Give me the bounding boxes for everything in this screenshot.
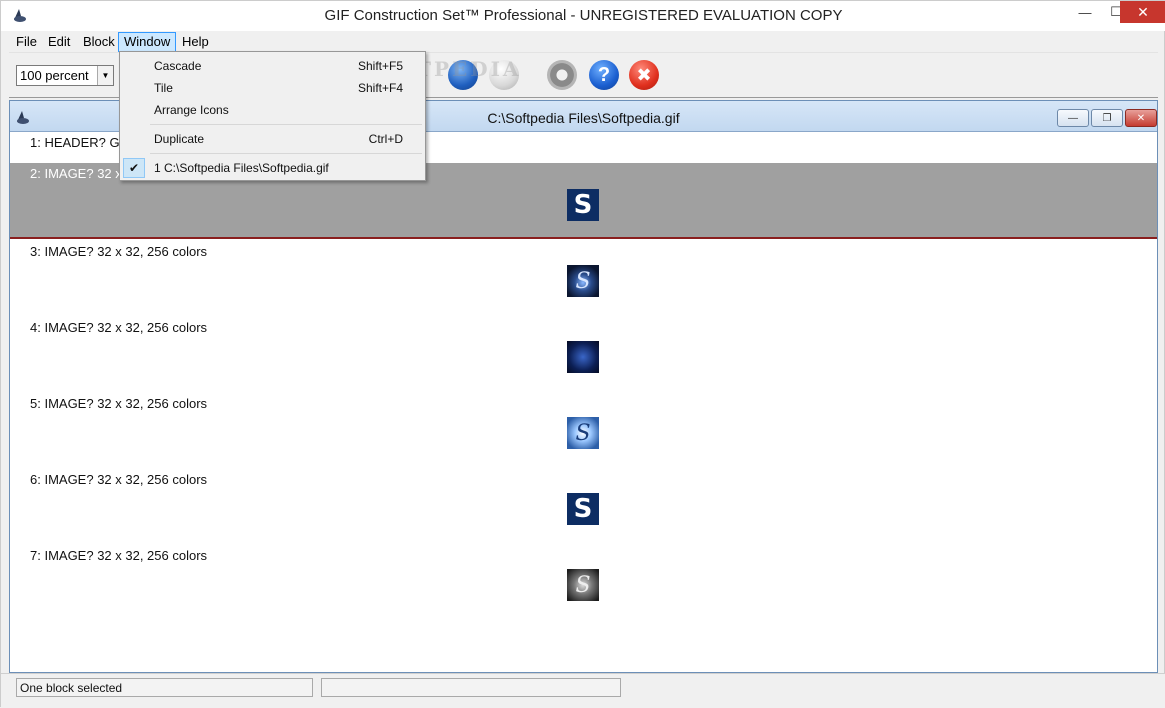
minimize-icon: — bbox=[1078, 4, 1092, 20]
block-row[interactable]: 5: IMAGE? 32 x 32, 256 colors S bbox=[10, 393, 1157, 469]
menu-bar: File Edit Block Window Help bbox=[7, 31, 1160, 52]
checkmark-icon: ✔ bbox=[123, 158, 145, 178]
status-text: One block selected bbox=[16, 678, 313, 697]
block-list[interactable]: 1: HEADER? G 2: IMAGE? 32 x S 3: IMAGE? … bbox=[10, 132, 1157, 672]
block-label: 5: IMAGE? 32 x 32, 256 colors bbox=[30, 396, 208, 411]
block-thumbnail: S bbox=[567, 189, 599, 221]
zoom-select[interactable]: 100 percent ▼ bbox=[16, 65, 114, 86]
status-bar: One block selected bbox=[1, 673, 1165, 708]
menu-separator bbox=[150, 124, 422, 125]
menu-file[interactable]: File bbox=[10, 32, 43, 52]
title-bar[interactable]: GIF Construction Set™ Professional - UNR… bbox=[1, 1, 1165, 31]
menu-item-cascade[interactable]: Cascade Shift+F5 bbox=[122, 54, 423, 76]
minimize-icon: — bbox=[1068, 112, 1078, 124]
window-dropdown-menu: Cascade Shift+F5 Tile Shift+F4 Arrange I… bbox=[119, 51, 426, 181]
menu-edit[interactable]: Edit bbox=[42, 32, 76, 52]
block-thumbnail: S bbox=[567, 265, 599, 297]
dropdown-arrow-icon[interactable]: ▼ bbox=[97, 66, 113, 85]
block-label: 6: IMAGE? 32 x 32, 256 colors bbox=[30, 472, 208, 487]
block-label: 3: IMAGE? 32 x 32, 256 colors bbox=[30, 244, 208, 259]
status-panel-secondary bbox=[321, 678, 621, 697]
menu-separator bbox=[150, 153, 422, 154]
app-window: GIF Construction Set™ Professional - UNR… bbox=[0, 0, 1165, 708]
close-button[interactable]: ✕ bbox=[1120, 1, 1165, 23]
exit-icon[interactable]: ✖ bbox=[629, 60, 659, 90]
block-thumbnail: S bbox=[567, 493, 599, 525]
gear-icon[interactable] bbox=[547, 60, 577, 90]
menu-help[interactable]: Help bbox=[176, 32, 215, 52]
minimize-button[interactable]: — bbox=[1070, 1, 1100, 23]
menu-item-open-window[interactable]: ✔ 1 C:\Softpedia Files\Softpedia.gif bbox=[122, 156, 423, 178]
block-label: 1: HEADER? G bbox=[30, 135, 120, 150]
block-row[interactable]: 3: IMAGE? 32 x 32, 256 colors S bbox=[10, 241, 1157, 317]
menu-item-arrange-icons[interactable]: Arrange Icons bbox=[122, 98, 423, 120]
help-icon[interactable]: ? bbox=[589, 60, 619, 90]
document-window: C:\Softpedia Files\Softpedia.gif — ❐ ✕ 1… bbox=[9, 100, 1158, 673]
block-thumbnail: S bbox=[567, 569, 599, 601]
block-label: 7: IMAGE? 32 x 32, 256 colors bbox=[30, 548, 208, 563]
block-row[interactable]: 7: IMAGE? 32 x 32, 256 colors S bbox=[10, 545, 1157, 621]
block-row[interactable]: 6: IMAGE? 32 x 32, 256 colors S bbox=[10, 469, 1157, 545]
restore-icon: ❐ bbox=[1102, 112, 1112, 124]
close-icon: ✕ bbox=[1136, 112, 1146, 124]
close-icon: ✕ bbox=[1137, 3, 1149, 20]
menu-window[interactable]: Window bbox=[118, 32, 177, 52]
menu-block[interactable]: Block bbox=[77, 32, 121, 52]
block-thumbnail bbox=[567, 341, 599, 373]
document-minimize-button[interactable]: — bbox=[1057, 109, 1089, 127]
block-thumbnail: S bbox=[567, 417, 599, 449]
block-label: 2: IMAGE? 32 x bbox=[30, 166, 122, 181]
document-restore-button[interactable]: ❐ bbox=[1091, 109, 1123, 127]
menu-item-duplicate[interactable]: Duplicate Ctrl+D bbox=[122, 127, 423, 149]
zoom-value: 100 percent bbox=[20, 68, 89, 83]
block-row[interactable]: 4: IMAGE? 32 x 32, 256 colors bbox=[10, 317, 1157, 393]
app-title: GIF Construction Set™ Professional - UNR… bbox=[324, 7, 843, 24]
menu-item-tile[interactable]: Tile Shift+F4 bbox=[122, 76, 423, 98]
document-close-button[interactable]: ✕ bbox=[1125, 109, 1157, 127]
block-label: 4: IMAGE? 32 x 32, 256 colors bbox=[30, 320, 208, 335]
